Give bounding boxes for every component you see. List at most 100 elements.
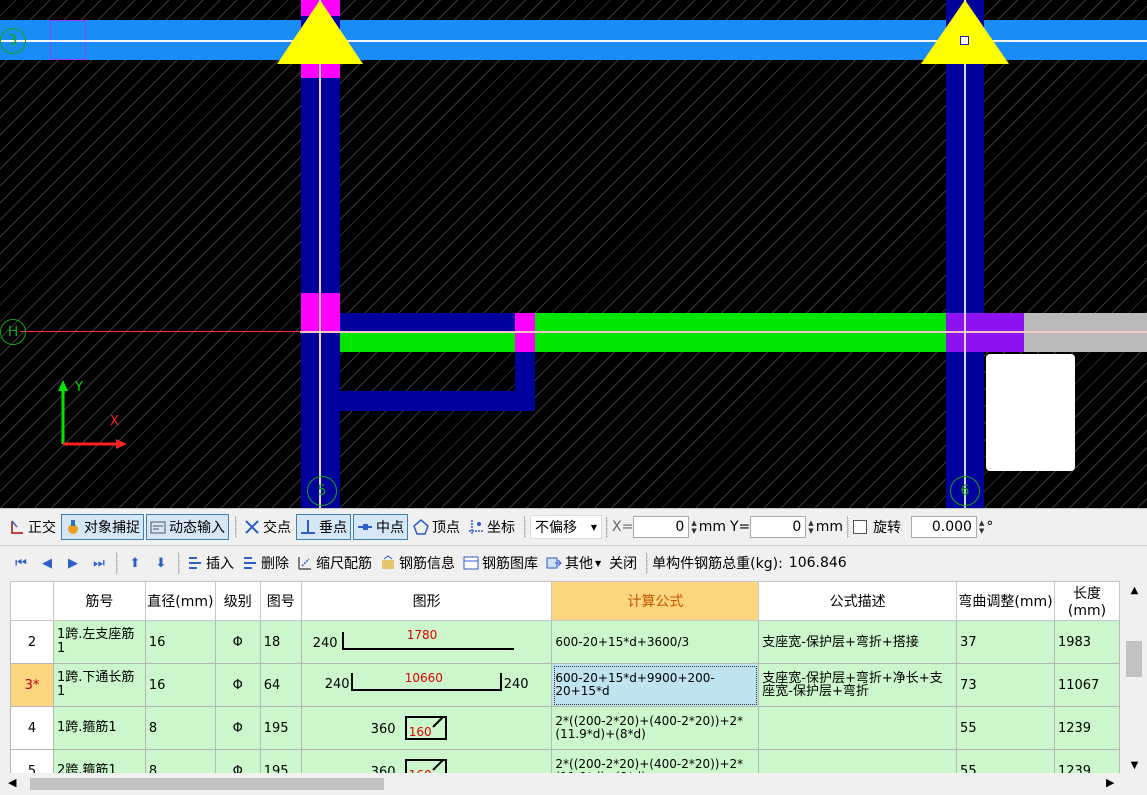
table-row[interactable]: 2 1跨.左支座筋1 16 Φ 18 240 1780 600-20+15*d+… [10,620,1120,664]
rotate-input[interactable]: 0.000 [910,516,977,538]
cell-bend-adjust[interactable]: 37 [956,620,1055,664]
rotate-spinner[interactable]: ▲ ▼ [979,519,984,535]
header-cell[interactable]: 长度(mm) [1053,581,1120,621]
delete-button[interactable]: 删除 [239,551,292,575]
cell-description[interactable]: 支座宽-保护层+弯折+净长+支座宽-保护层+弯折 [758,663,958,707]
row-index[interactable]: 5 [10,749,54,773]
scroll-down-icon[interactable]: ▼ [1122,760,1147,771]
cell-bend-adjust[interactable]: 73 [956,663,1055,707]
rebar-info-button[interactable]: 钢筋信息 [377,551,458,575]
axis-line-6 [964,0,966,508]
cell-figure-no[interactable]: 64 [259,663,302,707]
move-up-icon[interactable]: ⬆ [122,556,148,571]
x-spinner[interactable]: ▲ ▼ [691,519,696,535]
shape-right-dim: 240 [503,677,529,692]
rebar-grid[interactable]: 筋号 直径(mm) 级别 图号 图形 计算公式 公式描述 弯曲调整(mm) 长度… [10,581,1120,773]
table-row[interactable]: 4 1跨.箍筋1 8 Φ 195 360 160 2*((200-2*20)+(… [10,706,1120,750]
other-menu-button[interactable]: 其他 ▼ [543,551,604,575]
cell-length[interactable]: 1239 [1053,749,1120,773]
cell-grade[interactable]: Φ [214,706,261,750]
header-cell[interactable]: 图形 [300,581,553,621]
toolbar-separator [524,516,526,538]
cell-formula[interactable]: 2*((200-2*20)+(400-2*20))+2*(11.9*d)+(8*… [551,749,760,773]
next-record-icon[interactable]: ▶ [60,556,86,571]
close-button[interactable]: 关闭 [606,551,640,575]
scale-rebar-button[interactable]: 缩尺配筋 [294,551,375,575]
last-record-icon[interactable]: ⏭ [86,556,112,571]
first-record-icon[interactable]: ⏮ [8,556,34,571]
row-index[interactable]: 3* [10,663,54,707]
midpoint-button[interactable]: 中点 [353,514,408,540]
cell-length[interactable]: 1983 [1053,620,1120,664]
move-down-icon[interactable]: ⬇ [148,556,174,571]
ortho-icon [9,519,25,535]
cell-formula[interactable]: 600-20+15*d+3600/3 [551,620,760,664]
cell-description[interactable] [758,749,958,773]
scale-rebar-icon [297,555,313,571]
header-cell[interactable]: 弯曲调整(mm) [956,581,1055,621]
row-index[interactable]: 4 [10,706,54,750]
cell-grade[interactable]: Φ [214,749,261,773]
cell-bend-adjust[interactable]: 55 [956,706,1055,750]
cell-description[interactable] [758,706,958,750]
cell-diameter[interactable]: 8 [144,749,216,773]
cell-name[interactable]: 1跨.箍筋1 [52,706,146,750]
x-input[interactable]: 0 [633,516,690,538]
vertical-scroll-thumb[interactable] [1126,641,1142,677]
cell-grade[interactable]: Φ [214,663,261,707]
insert-button[interactable]: 插入 [184,551,237,575]
rotate-checkbox[interactable] [852,520,867,534]
dynamic-input-button[interactable]: 动态输入 [146,514,229,540]
header-cell[interactable]: 图号 [259,581,302,621]
cell-name[interactable]: 1跨.下通长筋1 [52,663,146,707]
horizontal-scroll-thumb[interactable] [30,778,384,790]
scroll-up-icon[interactable]: ▲ [1122,585,1147,596]
cell-figure-no[interactable]: 195 [259,706,302,750]
header-cell[interactable]: 直径(mm) [144,581,216,621]
perpendicular-button[interactable]: 垂点 [296,514,351,540]
y-input[interactable]: 0 [750,516,807,538]
table-row[interactable]: 5 2跨.箍筋1 8 Φ 195 360 160 2*((200-2*20)+(… [10,749,1120,773]
cell-figure-no[interactable]: 195 [259,749,302,773]
cell-shape[interactable]: 360 160 [300,749,553,773]
ortho-button[interactable]: 正交 [6,515,59,539]
cell-shape[interactable]: 240 10660 240 [300,663,553,707]
object-snap-button[interactable]: 对象捕捉 [61,514,144,540]
table-row[interactable]: 3* 1跨.下通长筋1 16 Φ 64 240 10660 240 600-20… [10,663,1120,707]
cell-diameter[interactable]: 16 [144,663,216,707]
row-index[interactable]: 2 [10,620,54,664]
cell-figure-no[interactable]: 18 [259,620,302,664]
cell-grade[interactable]: Φ [214,620,261,664]
cell-description[interactable]: 支座宽-保护层+弯折+搭接 [758,620,958,664]
rebar-library-button[interactable]: 钢筋图库 [460,551,541,575]
cell-bend-adjust[interactable]: 55 [956,749,1055,773]
scroll-right-icon[interactable]: ▶ [1106,776,1114,789]
cell-formula[interactable]: 2*((200-2*20)+(400-2*20))+2*(11.9*d)+(8*… [551,706,760,750]
header-cell[interactable]: 计算公式 [551,581,760,621]
cell-shape[interactable]: 240 1780 [300,620,553,664]
cell-length[interactable]: 1239 [1053,706,1120,750]
header-cell[interactable]: 公式描述 [758,581,958,621]
vertex-button[interactable]: 顶点 [410,515,463,539]
cad-canvas[interactable]: 3 H 5 6 Y X [0,0,1147,508]
perpendicular-label: 垂点 [319,520,347,536]
intersection-button[interactable]: 交点 [241,515,294,539]
cell-length[interactable]: 11067 [1053,663,1120,707]
cell-formula[interactable]: 600-20+15*d+9900+200-20+15*d [551,663,760,707]
header-cell[interactable]: 筋号 [52,581,146,621]
cell-diameter[interactable]: 8 [144,706,216,750]
prev-record-icon[interactable]: ◀ [34,556,60,571]
rebar-green-left[interactable] [340,333,515,352]
scroll-left-icon[interactable]: ◀ [8,776,16,789]
horizontal-scrollbar[interactable]: ◀ ▶ [0,773,1147,795]
header-cell[interactable]: 级别 [214,581,261,621]
y-spinner[interactable]: ▲ ▼ [808,519,813,535]
cell-name[interactable]: 2跨.箍筋1 [52,749,146,773]
vertical-scrollbar[interactable]: ▲ ▼ [1122,581,1147,773]
cell-shape[interactable]: 360 160 [300,706,553,750]
cell-name[interactable]: 1跨.左支座筋1 [52,620,146,664]
coordinate-button[interactable]: 坐标 [465,515,518,539]
grip-point[interactable] [960,36,969,45]
offset-mode-select[interactable]: 不偏移 ▼ [530,515,602,539]
cell-diameter[interactable]: 16 [144,620,216,664]
